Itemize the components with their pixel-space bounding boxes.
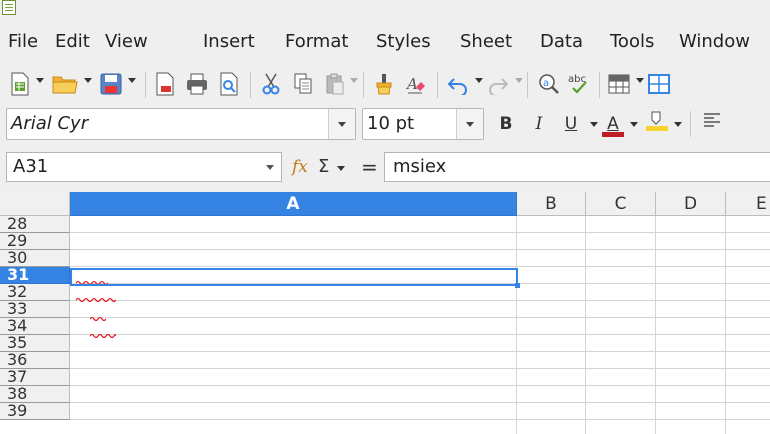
font-color-dropdown-icon[interactable] (630, 122, 638, 127)
standard-toolbar: A a abc (0, 64, 770, 104)
clear-formatting-icon[interactable]: A (403, 70, 429, 98)
menu-sheet[interactable]: Sheet (460, 26, 512, 58)
highlighter-icon (646, 111, 668, 131)
spelling-error-mark (76, 297, 116, 302)
spelling-error-mark (90, 316, 106, 321)
new-document-icon[interactable] (8, 70, 32, 98)
sum-icon[interactable]: Σ (318, 152, 329, 182)
highlight-dropdown-icon[interactable] (674, 122, 682, 127)
row-header-39[interactable]: 39 (0, 401, 70, 420)
font-size-combo[interactable]: 10 pt (362, 108, 484, 140)
underline-button[interactable]: U (560, 108, 582, 140)
paste-icon[interactable] (322, 70, 348, 98)
new-dropdown-icon[interactable] (36, 78, 44, 83)
bold-button[interactable]: B (494, 108, 518, 140)
menu-bar: File Edit View Insert Format Styles Shee… (0, 26, 770, 58)
cut-icon[interactable] (258, 70, 284, 98)
font-color-label: A (607, 114, 619, 134)
cell-reference[interactable]: A31 (13, 153, 48, 181)
formula-equals-icon[interactable]: = (361, 152, 378, 182)
open-folder-icon[interactable] (50, 70, 80, 98)
name-box[interactable]: A31 (6, 152, 282, 182)
column-header-c[interactable]: C (586, 192, 656, 216)
formula-input[interactable]: msiex (384, 152, 770, 182)
open-dropdown-icon[interactable] (84, 78, 92, 83)
align-left-icon[interactable] (700, 108, 724, 140)
svg-text:A: A (405, 75, 418, 93)
paste-dropdown-icon[interactable] (350, 78, 358, 83)
undo-dropdown-icon[interactable] (475, 78, 483, 83)
spelling-error-mark (90, 333, 116, 338)
spellcheck-icon[interactable]: abc (567, 70, 593, 98)
font-size-value[interactable]: 10 pt (367, 109, 414, 139)
menu-insert[interactable]: Insert (203, 26, 255, 58)
select-all-corner[interactable] (0, 192, 70, 216)
spreadsheet-grid[interactable]: A B C D E 28 29 30 31 32 33 34 35 36 37 … (0, 192, 770, 434)
function-wizard-icon[interactable]: fx (292, 152, 308, 182)
find-replace-icon[interactable]: a (535, 70, 561, 98)
font-size-dropdown-icon[interactable] (456, 109, 483, 139)
font-color-button[interactable]: A (600, 108, 626, 140)
copy-icon[interactable] (290, 70, 316, 98)
print-icon[interactable] (184, 70, 210, 98)
menu-tools[interactable]: Tools (610, 26, 654, 58)
redo-dropdown-icon[interactable] (515, 78, 523, 83)
undo-icon[interactable] (445, 70, 471, 98)
menu-window[interactable]: Window (679, 26, 750, 58)
export-pdf-icon[interactable] (152, 70, 178, 98)
svg-text:a: a (543, 78, 549, 89)
redo-icon[interactable] (485, 70, 511, 98)
svg-text:abc: abc (568, 74, 586, 85)
formatting-toolbar: Arial Cyr 10 pt B I U A (0, 108, 770, 142)
sum-dropdown-icon[interactable] (337, 166, 345, 171)
italic-button[interactable]: I (528, 108, 550, 140)
menu-data[interactable]: Data (540, 26, 583, 58)
highlight-color-button[interactable] (642, 108, 670, 140)
calc-spreadsheet-icon (2, 0, 16, 15)
save-icon[interactable] (98, 70, 124, 98)
menu-styles[interactable]: Styles (376, 26, 431, 58)
column-header-e[interactable]: E (726, 192, 770, 216)
font-name-value[interactable]: Arial Cyr (11, 109, 88, 139)
formula-bar: A31 fx Σ = msiex (0, 150, 770, 184)
column-header-a[interactable]: A (70, 192, 517, 216)
underline-dropdown-icon[interactable] (590, 122, 598, 127)
font-name-combo[interactable]: Arial Cyr (6, 108, 356, 140)
menu-view[interactable]: View (105, 26, 148, 58)
table-grid-icon[interactable] (606, 70, 632, 98)
borders-icon[interactable] (646, 70, 672, 98)
menu-edit[interactable]: Edit (55, 26, 90, 58)
column-header-b[interactable]: B (517, 192, 586, 216)
column-header-d[interactable]: D (656, 192, 726, 216)
name-box-dropdown-icon[interactable] (259, 153, 281, 181)
font-name-dropdown-icon[interactable] (328, 109, 355, 139)
font-color-swatch (602, 132, 624, 137)
table-dropdown-icon[interactable] (636, 78, 644, 83)
menu-file[interactable]: File (8, 26, 38, 58)
clone-formatting-icon[interactable] (371, 70, 397, 98)
menu-format[interactable]: Format (285, 26, 348, 58)
formula-content[interactable]: msiex (393, 153, 446, 181)
print-preview-icon[interactable] (216, 70, 242, 98)
title-bar (0, 0, 770, 18)
save-dropdown-icon[interactable] (128, 78, 136, 83)
active-cell-cursor[interactable] (70, 268, 520, 288)
